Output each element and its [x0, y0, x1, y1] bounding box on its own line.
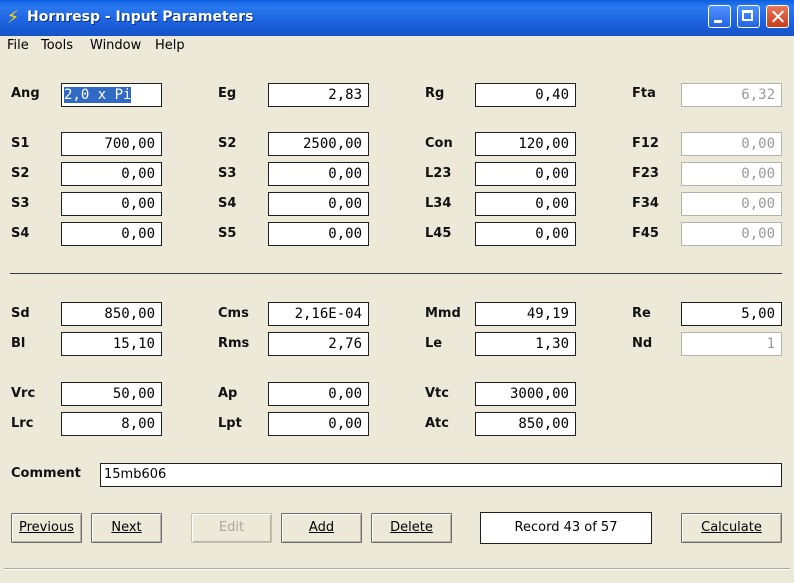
- label-nd: Nd: [632, 336, 653, 351]
- vtc-field[interactable]: 3000,00: [475, 382, 576, 406]
- s3-field[interactable]: 0,00: [61, 192, 162, 216]
- label-s4: S4: [11, 226, 30, 241]
- label-f34: F34: [632, 196, 659, 211]
- label-le: Le: [425, 336, 443, 351]
- ang-field[interactable]: 2,0 x Pi: [61, 83, 162, 107]
- vrc-field[interactable]: 50,00: [61, 382, 162, 406]
- label-ap: Ap: [218, 386, 238, 401]
- menu-help[interactable]: Help: [155, 38, 185, 53]
- label-rg: Rg: [425, 86, 445, 101]
- s2-top-field[interactable]: 2500,00: [268, 132, 369, 156]
- label-s3-mid: S3: [218, 166, 237, 181]
- comment-field[interactable]: 15mb606: [100, 463, 782, 487]
- previous-button[interactable]: Previous: [11, 513, 82, 543]
- label-s2: S2: [11, 166, 30, 181]
- fta-field: 6,32: [681, 83, 782, 107]
- label-f23: F23: [632, 166, 659, 181]
- l45-field[interactable]: 0,00: [475, 222, 576, 246]
- label-s5: S5: [218, 226, 237, 241]
- label-cms: Cms: [218, 306, 249, 321]
- add-button[interactable]: Add: [281, 513, 362, 543]
- s2-field[interactable]: 0,00: [61, 162, 162, 186]
- s3-mid-field[interactable]: 0,00: [268, 162, 369, 186]
- label-s3: S3: [11, 196, 30, 211]
- close-button[interactable]: [766, 5, 789, 28]
- s4-field[interactable]: 0,00: [61, 222, 162, 246]
- label-s2-top: S2: [218, 136, 237, 151]
- f34-field: 0,00: [681, 192, 782, 216]
- window-title: Hornresp - Input Parameters: [27, 9, 254, 25]
- edit-button: Edit: [191, 513, 272, 543]
- bl-field[interactable]: 15,10: [61, 332, 162, 356]
- menu-tools[interactable]: Tools: [41, 38, 73, 53]
- calculate-button[interactable]: Calculate: [681, 513, 782, 543]
- lrc-field[interactable]: 8,00: [61, 412, 162, 436]
- label-l34: L34: [425, 196, 452, 211]
- label-f45: F45: [632, 226, 659, 241]
- menu-file[interactable]: File: [7, 38, 29, 53]
- label-bl: Bl: [11, 336, 26, 351]
- s1-field[interactable]: 700,00: [61, 132, 162, 156]
- ang-value: 2,0 x Pi: [64, 87, 132, 103]
- label-eg: Eg: [218, 86, 237, 101]
- label-f12: F12: [632, 136, 659, 151]
- atc-field[interactable]: 850,00: [475, 412, 576, 436]
- label-s4-mid: S4: [218, 196, 237, 211]
- label-s1: S1: [11, 136, 30, 151]
- f23-field: 0,00: [681, 162, 782, 186]
- record-indicator: Record 43 of 57: [480, 512, 652, 544]
- eg-field[interactable]: 2,83: [268, 83, 369, 107]
- label-atc: Atc: [425, 416, 449, 431]
- section-divider: [10, 273, 782, 274]
- label-l45: L45: [425, 226, 452, 241]
- minimize-button[interactable]: [708, 5, 731, 28]
- label-mmd: Mmd: [425, 306, 461, 321]
- title-bar[interactable]: ⚡ Hornresp - Input Parameters: [0, 0, 794, 36]
- label-lrc: Lrc: [11, 416, 34, 431]
- label-re: Re: [632, 306, 651, 321]
- ap-field[interactable]: 0,00: [268, 382, 369, 406]
- con-field[interactable]: 120,00: [475, 132, 576, 156]
- next-button[interactable]: Next: [91, 513, 162, 543]
- delete-button[interactable]: Delete: [371, 513, 452, 543]
- s4-mid-field[interactable]: 0,00: [268, 192, 369, 216]
- rms-field[interactable]: 2,76: [268, 332, 369, 356]
- menu-window[interactable]: Window: [90, 38, 141, 53]
- cms-field[interactable]: 2,16E-04: [268, 302, 369, 326]
- f12-field: 0,00: [681, 132, 782, 156]
- sd-field[interactable]: 850,00: [61, 302, 162, 326]
- re-field[interactable]: 5,00: [681, 302, 782, 326]
- label-sd: Sd: [11, 306, 30, 321]
- mmd-field[interactable]: 49,19: [475, 302, 576, 326]
- rg-field[interactable]: 0,40: [475, 83, 576, 107]
- lpt-field[interactable]: 0,00: [268, 412, 369, 436]
- label-vrc: Vrc: [11, 386, 36, 401]
- maximize-button[interactable]: [737, 5, 760, 28]
- lightning-icon: ⚡: [6, 7, 20, 28]
- label-comment: Comment: [11, 466, 81, 481]
- status-bar: [4, 568, 790, 583]
- l23-field[interactable]: 0,00: [475, 162, 576, 186]
- label-fta: Fta: [632, 86, 656, 101]
- label-vtc: Vtc: [425, 386, 449, 401]
- s5-field[interactable]: 0,00: [268, 222, 369, 246]
- nd-field: 1: [681, 332, 782, 356]
- le-field[interactable]: 1,30: [475, 332, 576, 356]
- label-rms: Rms: [218, 336, 250, 351]
- menu-bar: File Tools Window Help: [0, 36, 794, 56]
- label-ang: Ang: [11, 86, 40, 101]
- label-l23: L23: [425, 166, 452, 181]
- f45-field: 0,00: [681, 222, 782, 246]
- l34-field[interactable]: 0,00: [475, 192, 576, 216]
- label-con: Con: [425, 136, 453, 151]
- label-lpt: Lpt: [218, 416, 242, 431]
